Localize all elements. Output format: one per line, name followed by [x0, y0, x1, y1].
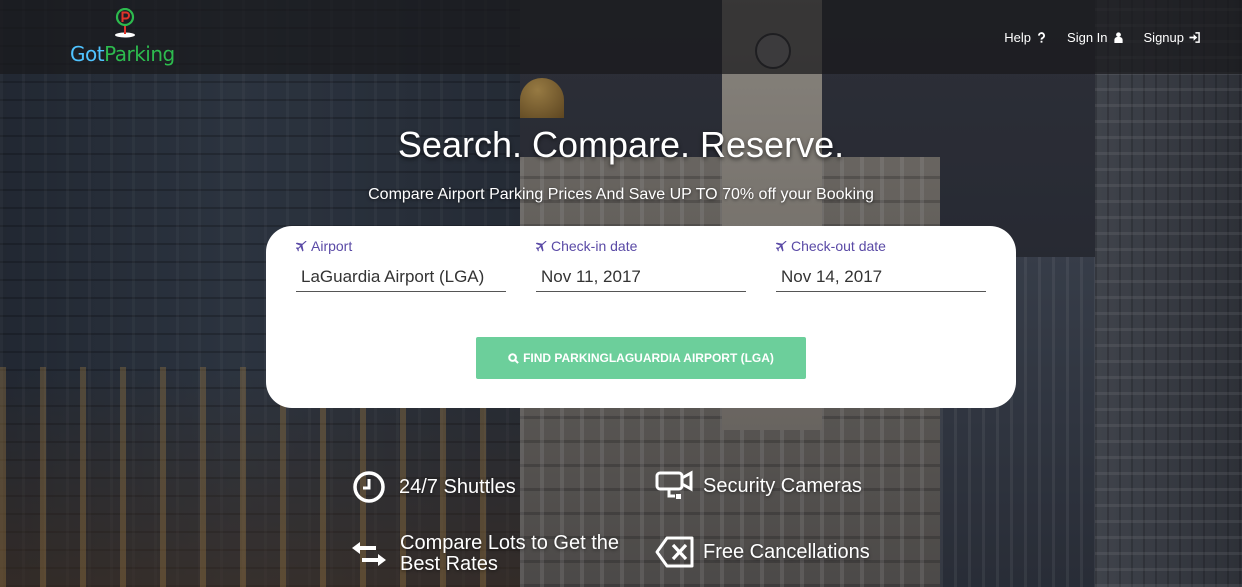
airport-label-text: Airport [311, 238, 353, 254]
question-icon [1038, 32, 1045, 43]
clock-icon [353, 471, 385, 503]
logo-parking: Parking [104, 42, 175, 66]
checkin-input[interactable] [536, 262, 746, 292]
plane-icon [776, 240, 787, 252]
airport-input[interactable] [296, 262, 506, 292]
checkin-label: Check-in date [536, 238, 746, 254]
find-parking-button[interactable]: FIND PARKINGLAGUARDIA AIRPORT (LGA) [476, 337, 806, 379]
checkout-input[interactable] [776, 262, 986, 292]
nav-signup-label: Signup [1143, 30, 1184, 45]
camera-icon [655, 470, 693, 499]
feature-shuttles: 24/7 Shuttles [352, 470, 516, 504]
feature-security: Security Cameras [655, 470, 862, 502]
logo[interactable]: GotParking [70, 8, 180, 68]
checkout-label: Check-out date [776, 238, 986, 254]
nav-signup[interactable]: Signup [1144, 30, 1200, 45]
feature-cancellations: Free Cancellations [655, 536, 870, 568]
checkout-label-text: Check-out date [791, 238, 886, 254]
search-icon [508, 352, 519, 364]
nav-sign-in[interactable]: Sign In [1067, 30, 1123, 45]
top-navbar: GotParking Help Sign In Signup [0, 0, 1242, 74]
search-card: Airport Check-in date Check-out date FIN… [266, 226, 1016, 408]
feature-cancellations-label: Free Cancellations [703, 540, 870, 563]
nav-links: Help Sign In Signup [1004, 30, 1200, 45]
nav-sign-in-label: Sign In [1067, 30, 1108, 45]
feature-security-label: Security Cameras [703, 474, 862, 497]
logo-got: Got [70, 42, 105, 66]
feature-shuttles-label: 24/7 Shuttles [399, 475, 516, 498]
checkout-field: Check-out date [776, 238, 986, 292]
hero-subtitle: Compare Airport Parking Prices And Save … [368, 186, 874, 203]
exchange-icon [352, 542, 386, 566]
nav-help[interactable]: Help [1004, 30, 1047, 45]
checkin-label-text: Check-in date [551, 238, 638, 254]
sign-in-icon [1189, 32, 1200, 43]
user-icon [1113, 32, 1123, 43]
feature-compare-label: Compare Lots to Get the Best Rates [400, 532, 620, 575]
feature-compare: Compare Lots to Get the Best Rates [350, 533, 640, 575]
hero-title: Search. Compare. Reserve. [397, 124, 845, 165]
delete-icon [655, 536, 694, 568]
logo-text: GotParking [70, 42, 175, 66]
find-parking-button-label: FIND PARKINGLAGUARDIA AIRPORT (LGA) [523, 351, 774, 365]
nav-help-label: Help [1004, 30, 1032, 45]
parking-pin-icon [115, 8, 135, 38]
plane-icon [536, 240, 547, 252]
airport-label: Airport [296, 238, 506, 254]
plane-icon [296, 240, 307, 252]
checkin-field: Check-in date [536, 238, 746, 292]
airport-field: Airport [296, 238, 506, 292]
